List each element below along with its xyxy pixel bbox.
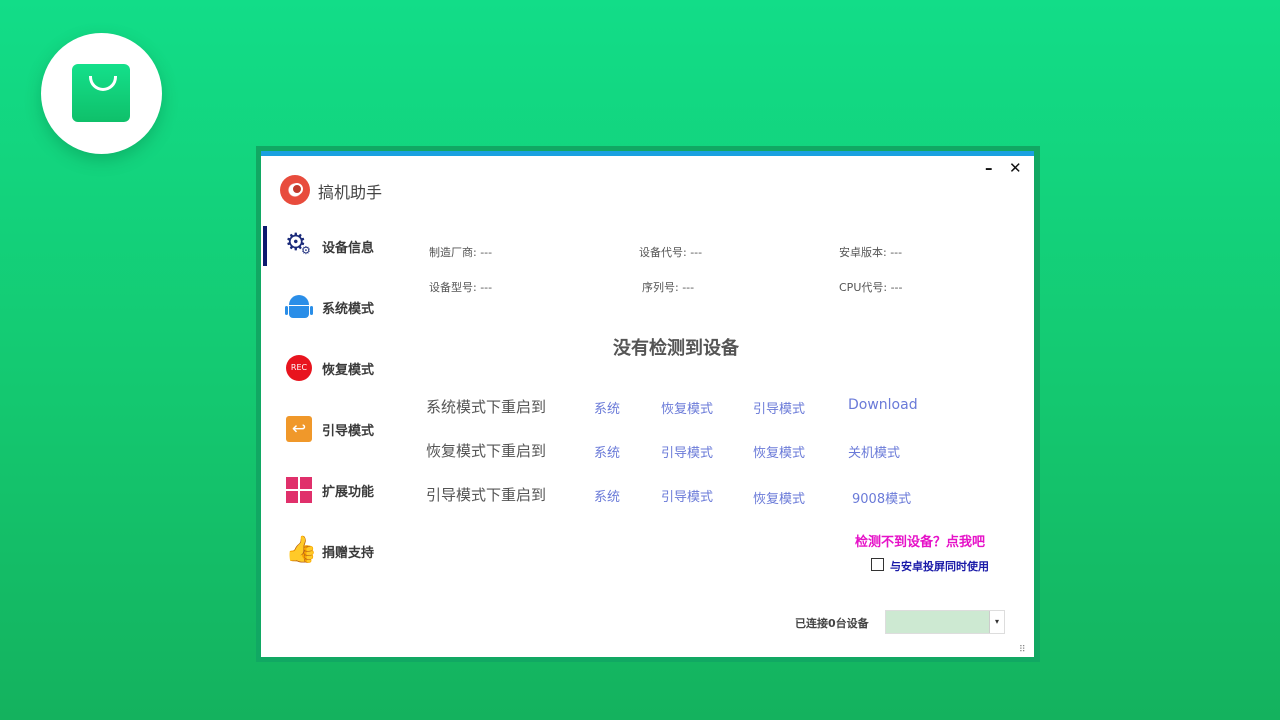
chevron-down-icon[interactable]: ▾ <box>989 611 1004 633</box>
cast-together-label[interactable]: 与安卓投屏同时使用 <box>890 558 989 574</box>
cast-together-checkbox[interactable] <box>871 558 884 571</box>
system-to-download-link[interactable]: Download <box>848 397 918 413</box>
sidebar-item-donate[interactable]: 👍 捐赠支持 <box>285 535 375 566</box>
sidebar-item-label: 恢复模式 <box>322 362 375 378</box>
bootloader-reboot-label: 引导模式下重启到 <box>426 486 547 504</box>
recovery-to-poweroff-link[interactable]: 关机模式 <box>848 442 900 461</box>
sidebar-item-label: 系统模式 <box>322 301 375 317</box>
device-select[interactable]: ▾ <box>885 610 1005 634</box>
recovery-to-bootloader-link[interactable]: 引导模式 <box>661 442 713 461</box>
minimize-button[interactable]: – <box>985 160 993 176</box>
bootloader-to-9008-link[interactable]: 9008模式 <box>852 488 911 507</box>
android-icon <box>285 293 313 321</box>
bootloader-to-recovery-link[interactable]: 恢复模式 <box>753 488 805 507</box>
serial-info: 序列号: --- <box>642 281 695 294</box>
active-nav-indicator <box>263 226 267 266</box>
sidebar-item-device-info[interactable]: ⚙ ⚙ 设备信息 <box>285 228 375 261</box>
sidebar-item-extensions[interactable]: 扩展功能 <box>285 475 374 505</box>
recovery-reboot-label: 恢复模式下重启到 <box>426 442 547 460</box>
system-to-system-link[interactable]: 系统 <box>594 398 620 417</box>
thumbs-up-icon: 👍 <box>285 535 318 565</box>
sidebar-item-label: 引导模式 <box>322 423 375 439</box>
manufacturer-info: 制造厂商: --- <box>429 246 493 259</box>
app-window: 搞机助手 – ✕ ⚙ ⚙ 设备信息 系统模式 REC 恢复模式 ↩ 引导模式 扩展… <box>261 151 1034 657</box>
resize-grip-icon[interactable]: ⠿ <box>1019 645 1026 655</box>
app-logo-icon <box>280 175 310 205</box>
shopping-bag-icon <box>72 64 130 122</box>
system-to-recovery-link[interactable]: 恢复模式 <box>661 398 713 417</box>
cpu-code-info: CPU代号: --- <box>839 281 903 294</box>
rec-icon: REC <box>285 354 313 382</box>
gear-icon: ⚙ ⚙ <box>285 228 311 257</box>
sidebar-item-recovery-mode[interactable]: REC 恢复模式 <box>285 353 374 383</box>
close-button[interactable]: ✕ <box>1009 160 1022 176</box>
connected-devices-status: 已连接0台设备 <box>795 617 869 630</box>
recovery-to-recovery-link[interactable]: 恢复模式 <box>753 442 805 461</box>
sidebar-item-bootloader-mode[interactable]: ↩ 引导模式 <box>285 414 374 444</box>
device-code-info: 设备代号: --- <box>639 246 703 259</box>
bootloader-to-bootloader-link[interactable]: 引导模式 <box>661 486 713 505</box>
sidebar-item-label: 扩展功能 <box>322 484 375 500</box>
no-device-headline: 没有检测到设备 <box>613 338 739 359</box>
bootloader-to-system-link[interactable]: 系统 <box>594 486 620 505</box>
sidebar-item-label: 捐赠支持 <box>322 545 375 561</box>
grid-icon <box>285 476 313 504</box>
model-info: 设备型号: --- <box>429 281 493 294</box>
sidebar-item-system-mode[interactable]: 系统模式 <box>285 292 374 322</box>
recovery-to-system-link[interactable]: 系统 <box>594 442 620 461</box>
system-to-bootloader-link[interactable]: 引导模式 <box>753 398 805 417</box>
system-reboot-label: 系统模式下重启到 <box>426 398 547 416</box>
app-store-badge <box>41 33 162 154</box>
app-title: 搞机助手 <box>318 183 383 202</box>
sidebar-item-label: 设备信息 <box>322 240 375 256</box>
android-version-info: 安卓版本: --- <box>839 246 903 259</box>
back-arrow-icon: ↩ <box>285 415 313 443</box>
device-not-detected-help-link[interactable]: 检测不到设备？点我吧 <box>855 531 985 550</box>
